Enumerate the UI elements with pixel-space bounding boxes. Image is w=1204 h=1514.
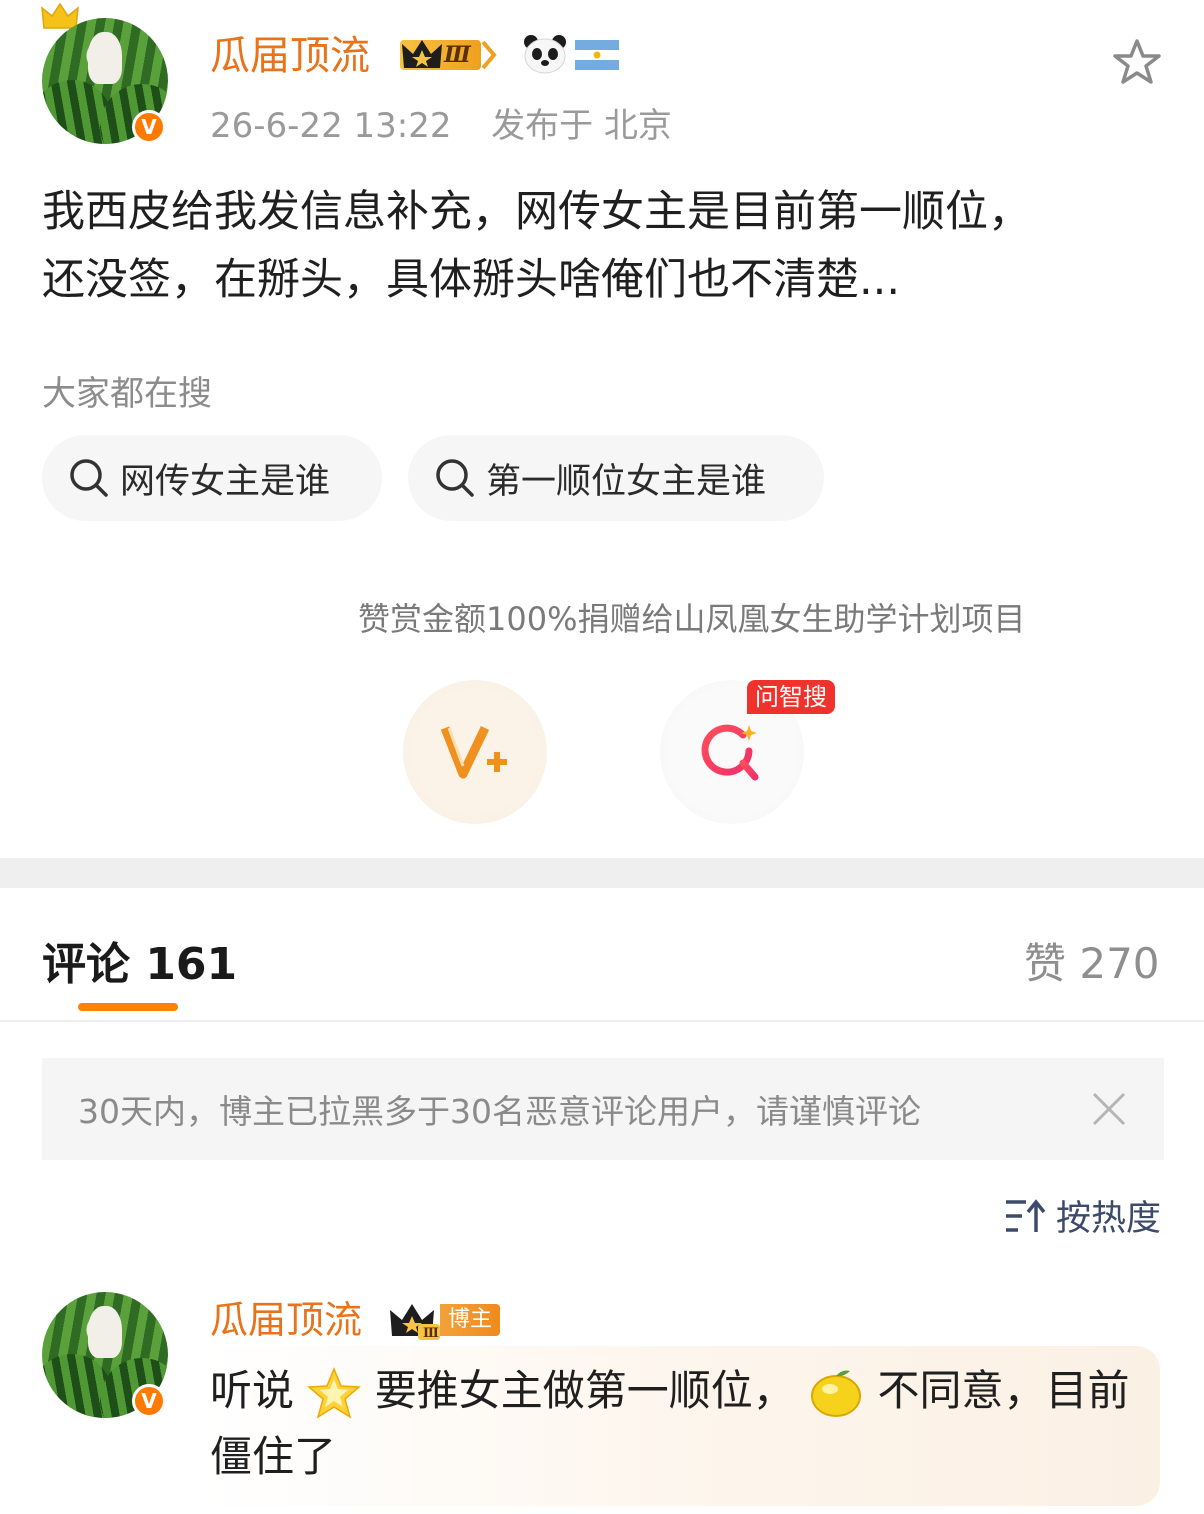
comment-item: V 瓜届顶流 Ⅲ 博主 听说 要推女主做第一顺位， 不同意，目前 僵住了 (0, 1280, 1204, 1514)
trending-label: 大家都在搜 (42, 374, 212, 414)
search-icon (70, 459, 108, 497)
search-chip-label: 网传女主是谁 (120, 461, 331, 502)
verified-badge: V (132, 110, 166, 144)
tabs-divider (0, 1020, 1204, 1022)
tab-comments[interactable]: 评论 161 (42, 928, 237, 992)
post-timestamp: 26-6-22 13:22 (210, 106, 452, 146)
comment-level-number: Ⅲ (423, 1326, 439, 1340)
post-meta: 26-6-22 13:22 发布于 北京 (210, 98, 672, 147)
search-chip-label: 第一顺位女主是谁 (486, 461, 767, 502)
comment-notice: 30天内，博主已拉黑多于30名恶意评论用户，请谨慎评论 (42, 1058, 1164, 1160)
verified-badge: V (132, 1384, 166, 1418)
search-chip[interactable]: 第一顺位女主是谁 (408, 435, 824, 521)
favorite-star-icon[interactable] (1112, 38, 1162, 86)
author-name[interactable]: 瓜届顶流 (210, 32, 370, 80)
donation-text: 赞赏金额100%捐赠给山凤凰女生助学计划项目 (358, 600, 1026, 638)
post-body: 我西皮给我发信息补充，网传女主是目前第一顺位， 还没签，在掰头，具体掰头啥俺们也… (42, 178, 1162, 314)
tab-likes[interactable]: 赞 270 (1024, 930, 1160, 991)
star-emoji-icon (307, 1366, 362, 1419)
author-role-tag: 博主 (440, 1304, 501, 1336)
ask-search-tag: 问智搜 (747, 680, 835, 714)
comment-notice-text: 30天内，博主已拉黑多于30名恶意评论用户，请谨慎评论 (78, 1092, 921, 1131)
section-divider (0, 858, 1204, 888)
post-header: V 瓜届顶流 Ⅲ 26-6-22 13:22 发布于 北京 (0, 0, 1204, 160)
argentina-flag-icon (575, 40, 619, 70)
crown-level-icon: Ⅲ (390, 1304, 440, 1340)
post-text-line: 我西皮给我发信息补充，网传女主是目前第一顺位， (42, 187, 1031, 237)
chevron-right-icon (481, 40, 497, 70)
search-chip[interactable]: 网传女主是谁 (42, 435, 382, 521)
level-number: Ⅲ (444, 42, 471, 68)
level-badge[interactable]: Ⅲ (400, 36, 497, 74)
commenter-badges: Ⅲ 博主 (388, 1300, 501, 1340)
post-location: 发布于 北京 (491, 106, 672, 146)
sort-icon (1006, 1198, 1046, 1232)
close-icon[interactable] (1090, 1090, 1128, 1128)
sort-button[interactable]: 按热度 (1004, 1190, 1161, 1241)
commenter-name[interactable]: 瓜届顶流 (210, 1296, 362, 1344)
comment-text-segment: 不同意，目前 (877, 1366, 1130, 1415)
tab-active-indicator (78, 1003, 178, 1011)
v-plus-icon (441, 726, 507, 779)
post-text-line: 还没签，在掰头，具体掰头啥俺们也不清楚... (42, 255, 901, 305)
crown-icon (402, 40, 442, 68)
panda-icon (524, 35, 566, 74)
ai-search-icon (701, 724, 759, 781)
sort-label: 按热度 (1056, 1199, 1162, 1239)
lemon-emoji-icon (811, 1370, 862, 1417)
comment-line: 僵住了 (210, 1432, 337, 1481)
comment-text-segment: 要推女主做第一顺位， (374, 1366, 795, 1415)
level-pill: Ⅲ (400, 40, 481, 70)
comment-line: 听说 要推女主做第一顺位， 不同意，目前 (210, 1358, 1150, 1424)
search-icon (436, 459, 474, 497)
comment-text: 听说 要推女主做第一顺位， 不同意，目前 僵住了 (210, 1358, 1150, 1490)
reward-button[interactable] (403, 680, 547, 824)
comment-text-segment: 听说 (210, 1366, 295, 1415)
